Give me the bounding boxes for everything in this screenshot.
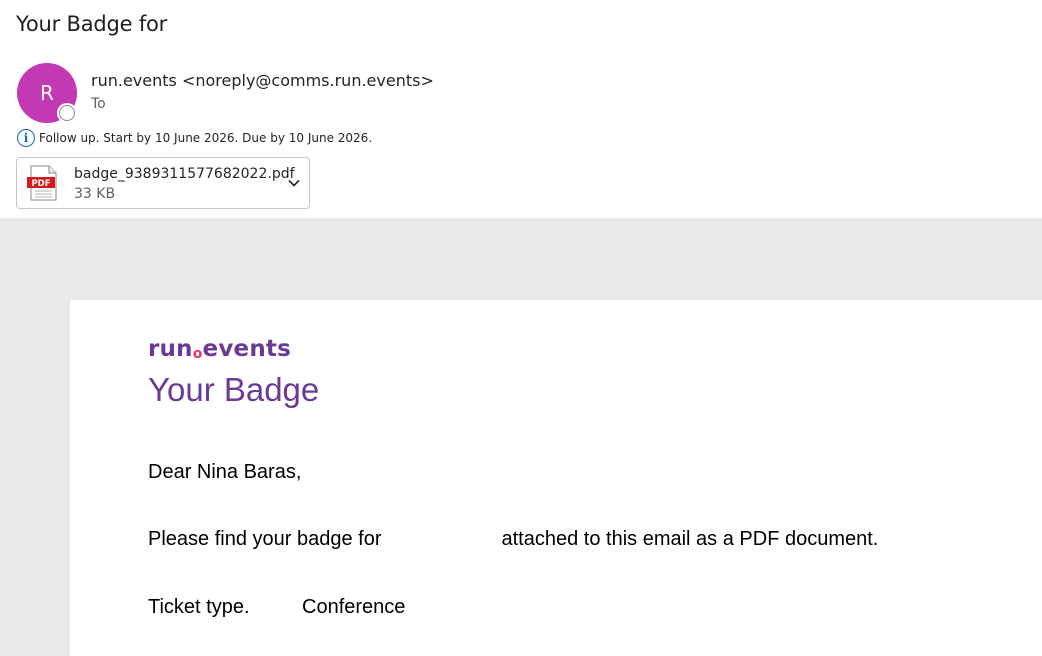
info-icon: i: [17, 129, 35, 147]
badge-heading: Your Badge: [148, 371, 320, 408]
attachment-filename[interactable]: badge_9389311577682022.pdf: [74, 166, 295, 182]
ticket-type-label: Ticket type.: [148, 596, 250, 618]
run-events-logo: runoevents: [148, 336, 291, 362]
recipient-to-label: To: [91, 96, 106, 112]
attachment-size: 33 KB: [74, 186, 116, 202]
followup-flag: i Follow up. Start by 10 June 2026. Due …: [17, 129, 372, 147]
greeting-text: Dear Nina Baras,: [148, 461, 302, 483]
sender-address[interactable]: run.events <noreply@comms.run.events>: [91, 71, 434, 90]
paragraph-prefix: Please find your badge for: [148, 528, 382, 550]
pdf-type-label: PDF: [31, 179, 50, 189]
followup-text: Follow up. Start by 10 June 2026. Due by…: [39, 131, 373, 145]
badge-paragraph: Please find your badge for attached to th…: [148, 528, 878, 551]
ticket-type-value: Conference: [302, 596, 406, 618]
paragraph-suffix: attached to this email as a PDF document…: [501, 528, 879, 550]
presence-status-icon: [57, 103, 77, 123]
avatar-initial: R: [40, 81, 54, 105]
chevron-down-icon[interactable]: [287, 176, 301, 190]
pdf-file-icon: PDF: [27, 165, 57, 201]
email-subject: Your Badge for: [16, 12, 168, 36]
attachment-card[interactable]: PDF badge_9389311577682022.pdf 33 KB: [16, 157, 310, 209]
